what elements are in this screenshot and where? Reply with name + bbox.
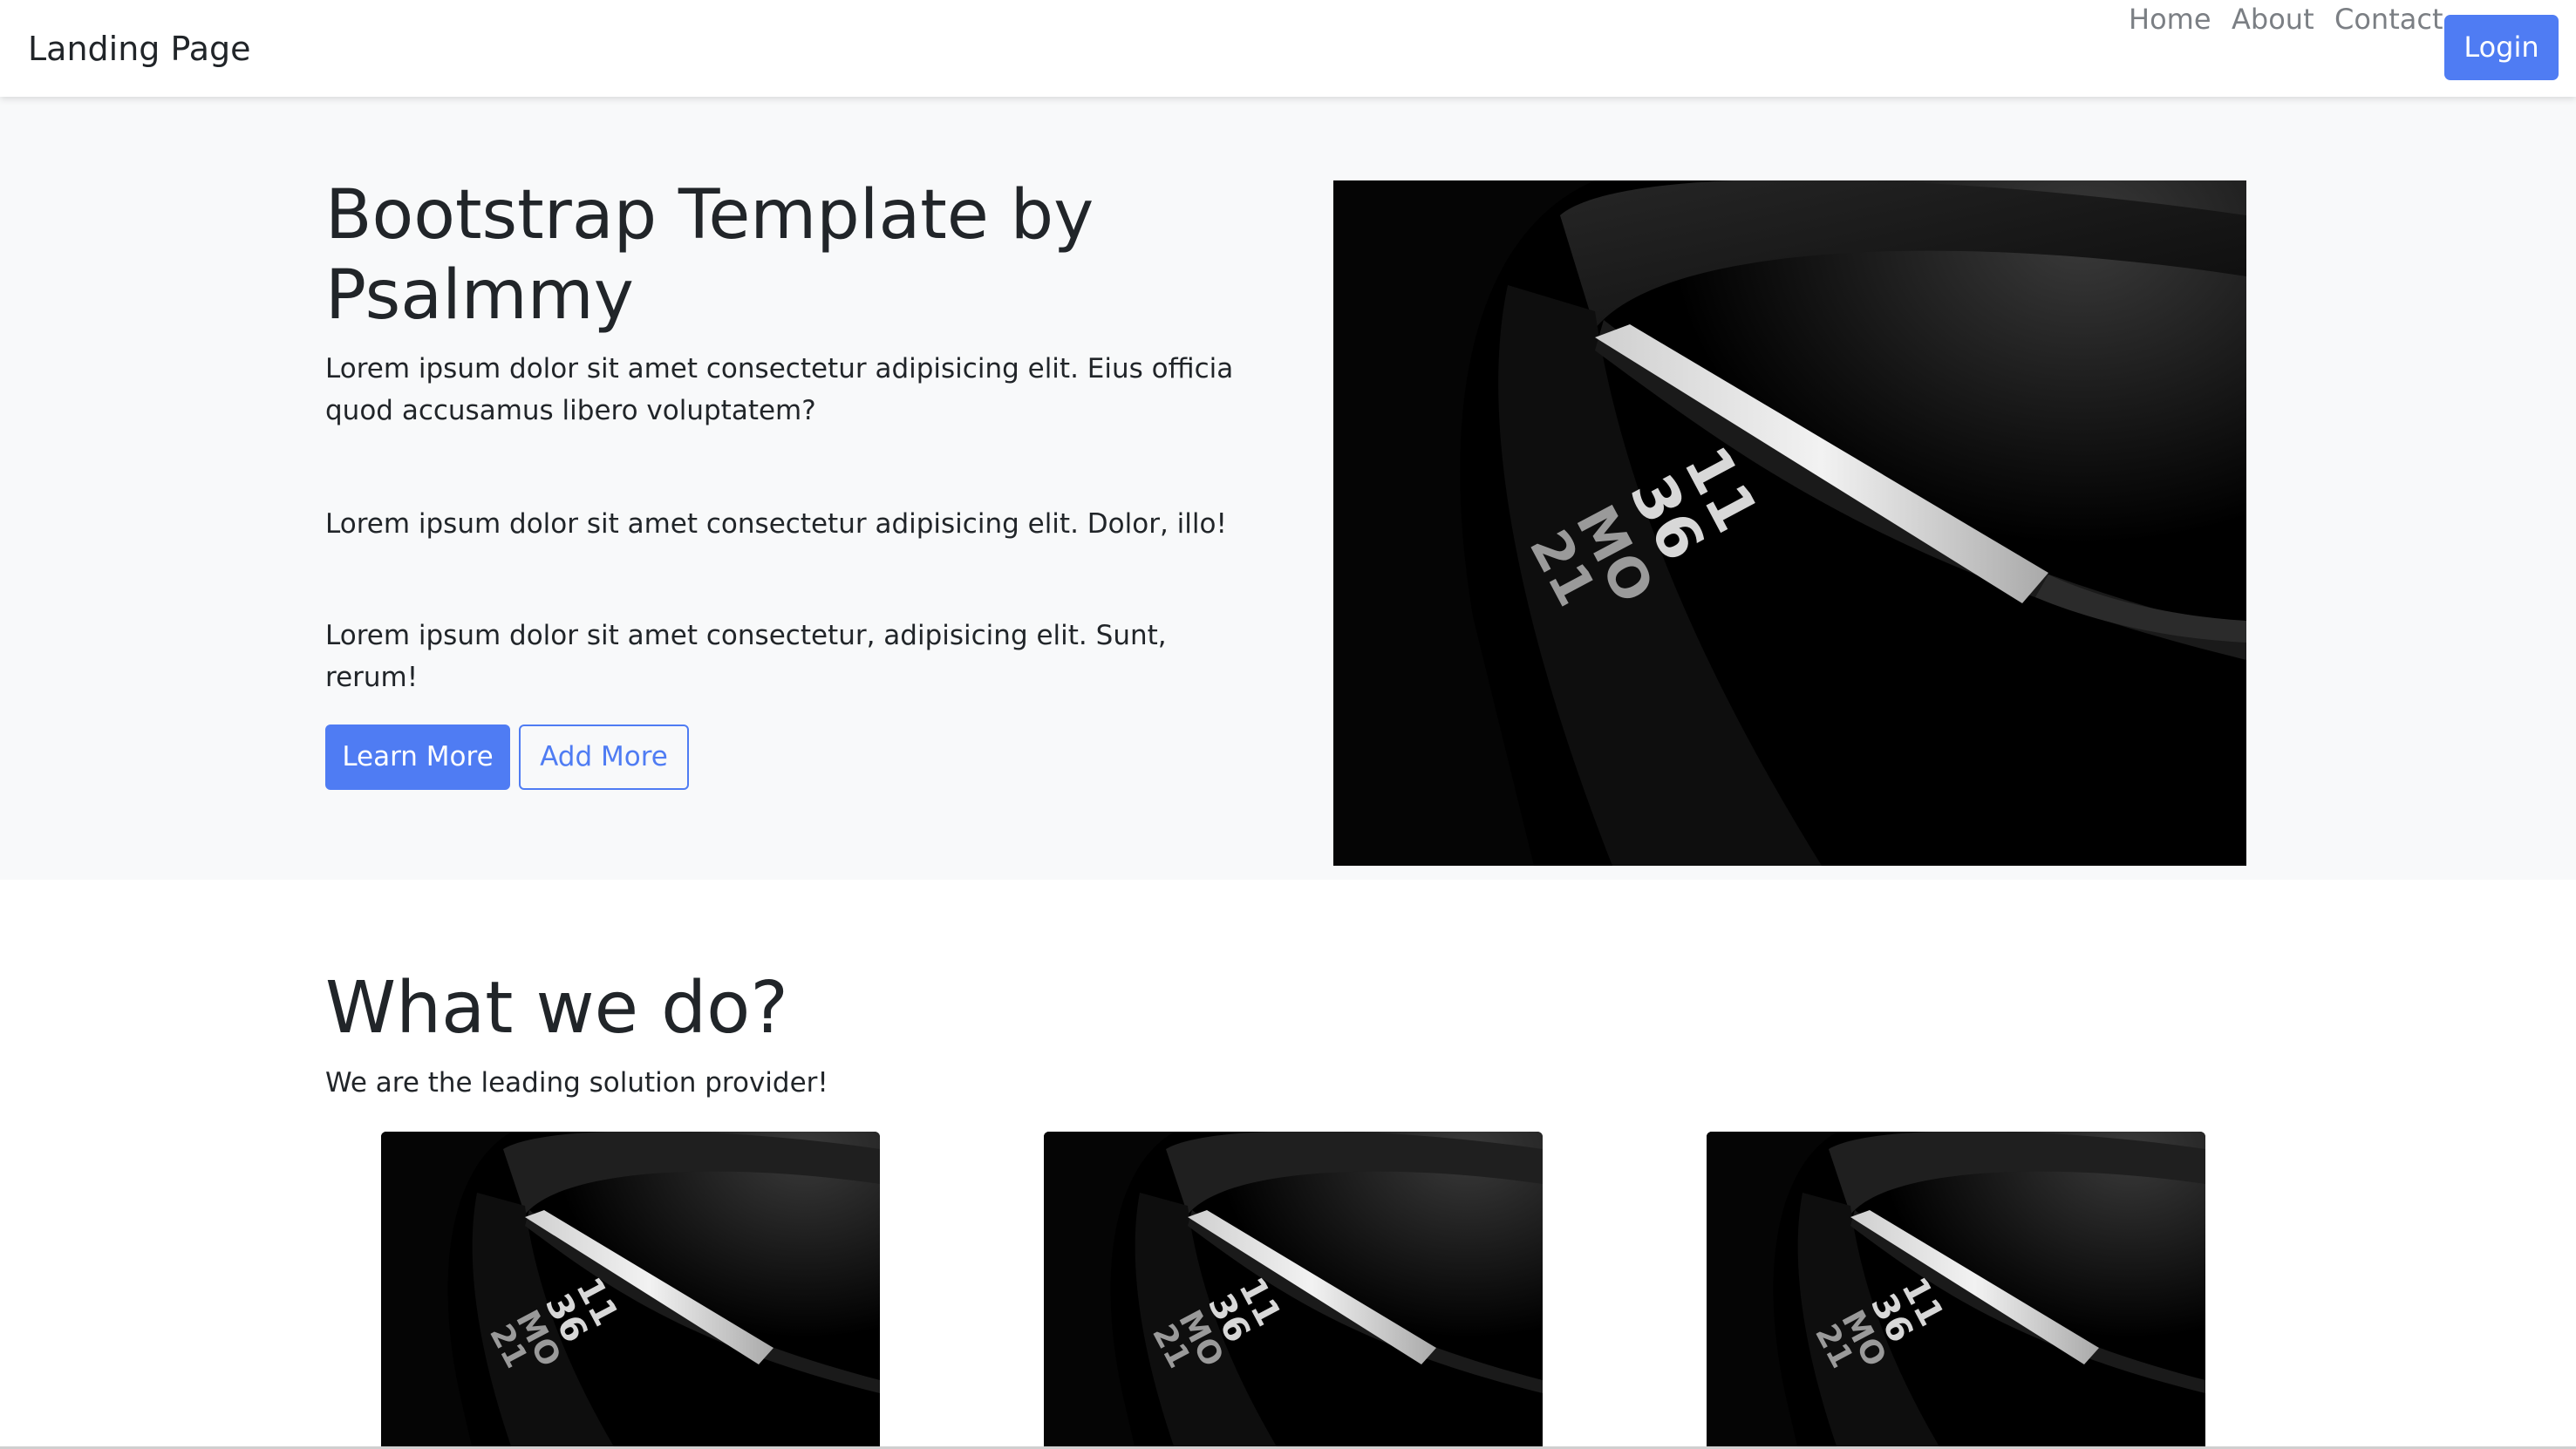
learn-more-button[interactable]: Learn More (325, 724, 510, 790)
what-we-do-title: What we do? (325, 967, 788, 1050)
nav-link-contact[interactable]: Contact (2334, 0, 2443, 38)
service-card-image-3: 11 36 MO 21 (1707, 1132, 2205, 1449)
hero-section: Bootstrap Template by Psalmmy Lorem ipsu… (0, 97, 2576, 880)
nav-link-home[interactable]: Home (2129, 0, 2211, 38)
hero-paragraph-1: Lorem ipsum dolor sit amet consectetur a… (325, 353, 1234, 426)
service-card-image-1: 11 36 MO 21 (381, 1132, 880, 1449)
add-more-button[interactable]: Add More (519, 724, 689, 790)
fitness-band-photo-icon: 11 36 MO 21 (1707, 1132, 2205, 1449)
brand-link[interactable]: Landing Page (28, 26, 251, 71)
fitness-band-photo-icon: 11 36 MO 21 (381, 1132, 880, 1449)
navbar: Landing Page Home About Contact Login (0, 0, 2576, 97)
service-card-image-2: 11 36 MO 21 (1044, 1132, 1543, 1449)
login-button[interactable]: Login (2444, 15, 2559, 80)
nav-link-about[interactable]: About (2232, 0, 2314, 38)
hero-paragraph-3: Lorem ipsum dolor sit amet consectetur, … (325, 620, 1167, 693)
fitness-band-photo-icon: 11 36 MO 21 (1333, 180, 2246, 866)
hero-image: 11 36 MO 21 (1333, 180, 2246, 866)
fitness-band-photo-icon: 11 36 MO 21 (1044, 1132, 1543, 1449)
what-we-do-subtitle: We are the leading solution provider! (325, 1067, 828, 1099)
hero-paragraph-2: Lorem ipsum dolor sit amet consectetur a… (325, 508, 1227, 540)
hero-title: Bootstrap Template by Psalmmy (325, 176, 1094, 335)
